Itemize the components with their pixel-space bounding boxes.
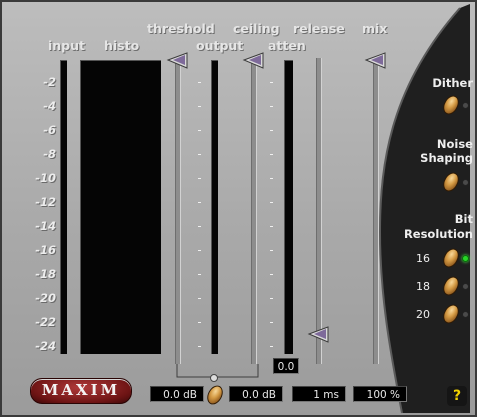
scale-label: -18 xyxy=(35,267,56,281)
scale-label: -10 xyxy=(35,171,56,185)
bit-16-led xyxy=(462,255,469,262)
release-readout[interactable]: 1 ms xyxy=(292,386,346,402)
dither-panel: Dither Noise Shaping Bit Resolution 16 1… xyxy=(378,0,477,417)
label-threshold: threshold xyxy=(147,21,215,36)
dither-label: Dither xyxy=(432,76,473,90)
label-histo: histo xyxy=(104,38,140,53)
threshold-slider-handle[interactable] xyxy=(166,52,188,69)
scale-tick xyxy=(198,202,201,203)
ceiling-slider-handle[interactable] xyxy=(242,52,264,69)
scale-tick xyxy=(270,202,273,203)
scale-tick xyxy=(270,154,273,155)
scale-tick xyxy=(198,322,201,323)
threshold-readout[interactable]: 0.0 dB xyxy=(150,386,204,402)
scale-tick xyxy=(270,322,273,323)
link-toggle-icon[interactable] xyxy=(210,374,218,382)
bit-18-knob[interactable] xyxy=(440,273,462,299)
scale-label: -4 xyxy=(43,99,56,113)
scale-tick xyxy=(198,298,201,299)
atten-readout: 0.0 xyxy=(273,358,299,374)
maxim-logo: MAXIM xyxy=(30,378,132,404)
label-atten: atten xyxy=(268,38,306,53)
scale-tick xyxy=(198,154,201,155)
release-track[interactable] xyxy=(316,58,322,364)
input-meter xyxy=(60,60,67,354)
scale-tick xyxy=(270,250,273,251)
help-button[interactable]: ? xyxy=(447,386,467,406)
scale-tick xyxy=(270,130,273,131)
bit-18-led xyxy=(462,283,469,290)
scale-label: -2 xyxy=(43,75,56,89)
scale-tick xyxy=(270,346,273,347)
label-output: output xyxy=(196,38,244,53)
dither-knob[interactable] xyxy=(440,92,462,118)
scale-label: -24 xyxy=(35,339,56,353)
scale-label: -12 xyxy=(35,195,56,209)
scale-label: -6 xyxy=(43,123,56,137)
link-bracket xyxy=(176,364,259,378)
scale-tick xyxy=(270,82,273,83)
scale-tick xyxy=(270,178,273,179)
noise-shaping-led xyxy=(462,179,469,186)
label-input: input xyxy=(48,38,86,53)
threshold-track[interactable] xyxy=(175,58,181,364)
bit-20-led xyxy=(462,311,469,318)
scale-tick xyxy=(198,250,201,251)
scale-label: -14 xyxy=(35,219,56,233)
scale-tick xyxy=(198,226,201,227)
histogram-display xyxy=(80,60,161,354)
atten-meter xyxy=(284,60,293,354)
bit-resolution-label-2: Resolution xyxy=(403,227,473,241)
bit-20-knob[interactable] xyxy=(440,301,462,327)
scale-tick xyxy=(270,106,273,107)
scale-tick xyxy=(198,346,201,347)
scale-tick xyxy=(198,130,201,131)
scale-tick xyxy=(270,226,273,227)
scale-tick xyxy=(198,106,201,107)
scale-tick xyxy=(198,82,201,83)
label-ceiling: ceiling xyxy=(233,21,280,36)
ceiling-readout[interactable]: 0.0 dB xyxy=(229,386,283,402)
noise-shaping-label-2: Shaping xyxy=(420,151,473,165)
bit-20-label: 20 xyxy=(416,308,430,321)
bit-resolution-label-1: Bit xyxy=(454,212,473,226)
bit-16-label: 16 xyxy=(416,252,430,265)
ceiling-track[interactable] xyxy=(251,58,257,364)
scale-tick xyxy=(198,178,201,179)
label-release: release xyxy=(293,21,345,36)
scale-label: -16 xyxy=(35,243,56,257)
scale-tick xyxy=(270,274,273,275)
dither-led xyxy=(462,102,469,109)
bit-16-knob[interactable] xyxy=(440,245,462,271)
scale-label: -8 xyxy=(43,147,56,161)
output-meter xyxy=(211,60,218,354)
noise-shaping-label-1: Noise xyxy=(436,137,473,151)
bit-18-label: 18 xyxy=(416,280,430,293)
scale-tick xyxy=(270,298,273,299)
release-slider-handle[interactable] xyxy=(307,326,329,343)
maxim-plugin-window: threshold ceiling release mix input hist… xyxy=(0,0,477,417)
scale-tick xyxy=(198,274,201,275)
scale-label: -20 xyxy=(35,291,56,305)
scale-label: -22 xyxy=(35,315,56,329)
noise-shaping-knob[interactable] xyxy=(440,169,462,195)
